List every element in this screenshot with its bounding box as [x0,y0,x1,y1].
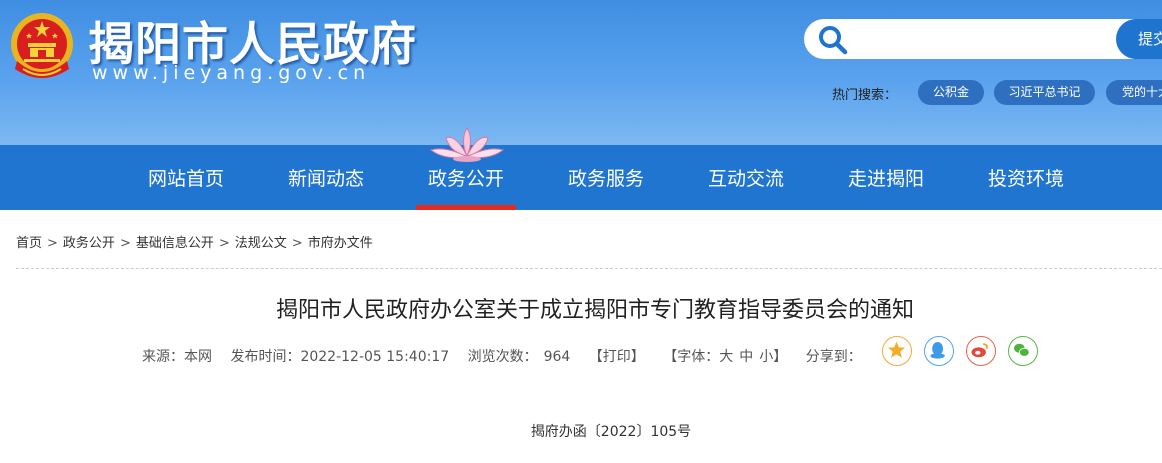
search-submit-button[interactable]: 提交 [1116,19,1162,59]
font-size-small-button[interactable]: 小 [759,349,773,365]
breadcrumb-city-office-docs[interactable]: 市府办文件 [308,236,373,251]
article-title: 揭阳市人民政府办公室关于成立揭阳市专门教育指导委员会的通知 [275,298,914,323]
hot-search-tag[interactable]: 公积金 [918,80,984,105]
site-header: 揭阳市人民政府 www.jieyang.gov.cn 提交 热门搜索： 公积金 … [0,0,1162,145]
nav-item-services[interactable]: 政务服务 [556,145,656,210]
lotus-icon [429,127,505,162]
document-number: 揭府办函〔2022〕105号 [530,424,692,440]
font-size-large-button[interactable]: 大 [719,349,733,365]
nav-item-investment[interactable]: 投资环境 [976,145,1076,210]
breadcrumb-basic-info[interactable]: 基础信息公开 [136,236,214,251]
breadcrumb-regulations[interactable]: 法规公文 [235,236,287,251]
font-size-medium-button[interactable]: 中 [739,349,753,365]
breadcrumb: 首页 > 政务公开 > 基础信息公开 > 法规公文 > 市府办文件 [16,232,373,251]
hot-search-tag[interactable]: 习近平总书记 [994,80,1095,105]
article-source: 来源：本网 [142,349,212,365]
view-count: 浏览次数： 964 [468,349,571,365]
qzone-icon[interactable] [882,336,912,366]
breadcrumb-separator: > [119,236,131,251]
national-emblem-icon [11,13,73,78]
search-icon[interactable] [818,25,848,55]
nav-item-news[interactable]: 新闻动态 [276,145,376,210]
divider [16,268,1162,269]
font-size-prefix: 【字体： [663,349,720,365]
view-count-value: 964 [543,349,571,365]
nav-item-about-jieyang[interactable]: 走进揭阳 [836,145,936,210]
weibo-icon[interactable] [966,336,996,366]
breadcrumb-separator: > [218,236,230,251]
nav-item-interaction[interactable]: 互动交流 [696,145,796,210]
hot-search-label: 热门搜索： [832,88,898,103]
article-meta: 来源：本网 发布时间：2022-12-05 15:40:17 浏览次数： 964 … [142,346,876,366]
search-input[interactable] [858,22,1112,58]
breadcrumb-government-affairs[interactable]: 政务公开 [63,236,115,251]
wechat-icon[interactable] [1008,336,1038,366]
site-url: www.jieyang.gov.cn [92,62,371,84]
breadcrumb-separator: > [47,236,58,251]
main-nav: 网站首页 新闻动态 政务公开 政务服务 互动交流 走进揭阳 投资环境 [0,145,1162,210]
qq-icon[interactable] [924,336,954,366]
breadcrumb-home[interactable]: 首页 [16,236,42,251]
breadcrumb-separator: > [291,236,303,251]
font-size-controls: 【字体：大中小】 [663,349,787,365]
font-size-suffix: 】 [773,349,788,365]
hot-search-tag[interactable]: 党的十大 [1106,80,1162,105]
view-count-label: 浏览次数： [467,349,538,365]
publish-time: 发布时间：2022-12-05 15:40:17 [230,349,450,365]
nav-item-home[interactable]: 网站首页 [136,145,236,210]
print-button[interactable]: 【打印】 [589,349,645,365]
share-label: 分享到： [805,349,862,365]
